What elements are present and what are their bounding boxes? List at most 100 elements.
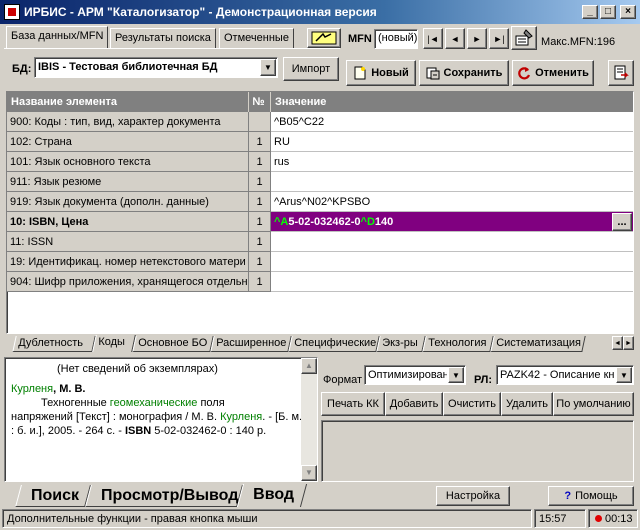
clear-button[interactable]: Очистить: [443, 392, 501, 416]
default-button[interactable]: По умолчанию: [553, 392, 634, 416]
format-select[interactable]: Оптимизирован ▼: [364, 365, 466, 385]
cancel-label: Отменить: [535, 67, 589, 79]
help-button[interactable]: ? Помощь: [548, 486, 634, 506]
field-value[interactable]: rus: [271, 152, 633, 172]
last-record-button[interactable]: ►|: [489, 28, 509, 49]
chevron-down-icon[interactable]: ▼: [260, 59, 276, 76]
database-select[interactable]: IBIS - Тестовая библиотечная БД ▼: [34, 57, 278, 78]
mode-tab-input[interactable]: Ввод: [236, 484, 308, 507]
field-name: 919: Язык документа (дополн. данные): [7, 192, 249, 212]
chevron-down-icon[interactable]: ▼: [616, 367, 632, 383]
worksheet-select[interactable]: PAZK42 - Описание кни ▼: [496, 365, 634, 385]
prev-record-button[interactable]: ◄: [445, 28, 465, 49]
field-value[interactable]: [271, 272, 633, 292]
field-name: 911: Язык резюме: [7, 172, 249, 192]
table-row-selected[interactable]: 10: ISBN, Цена 1 ^A5-02-032462-0^D140 ..…: [7, 212, 633, 232]
table-row[interactable]: 919: Язык документа (дополн. данные) 1 ^…: [7, 192, 633, 212]
subtab-technology[interactable]: Технология: [422, 336, 494, 352]
field-num: 1: [249, 232, 271, 252]
subtab-duplicates[interactable]: Дублетность: [12, 336, 96, 352]
title-bar: ИРБИС - АРМ "Каталогизатор" - Демонстрац…: [0, 0, 640, 24]
subtab-specific[interactable]: Специфические: [288, 336, 380, 352]
subtab-systematization[interactable]: Систематизация: [490, 336, 586, 352]
first-record-button[interactable]: |◄: [423, 28, 443, 49]
add-button[interactable]: Добавить: [385, 392, 443, 416]
worksheet-tabs: Дублетность Коды Основное БО Расширенное…: [6, 335, 634, 353]
subtab-extended[interactable]: Расширенное: [210, 336, 292, 352]
new-record-button[interactable]: Новый: [346, 60, 416, 86]
cancel-button[interactable]: Отменить: [512, 60, 594, 86]
field-name: 19: Идентификац. номер нетекстового мате…: [7, 252, 249, 272]
help-icon: ?: [564, 490, 572, 502]
table-row[interactable]: 11: ISSN 1: [7, 232, 633, 252]
subtab-copies[interactable]: Экз-ры: [376, 336, 426, 352]
subtab-basic-bo[interactable]: Основное БО: [132, 336, 214, 352]
mode-tab-search[interactable]: Поиск: [15, 485, 91, 507]
tab-marked[interactable]: Отмеченные: [219, 28, 294, 48]
mode-tab-view-output[interactable]: Просмотр/Вывод: [85, 485, 243, 507]
settings-button[interactable]: Настройка: [436, 486, 510, 506]
column-header-num[interactable]: №: [249, 92, 271, 112]
export-button[interactable]: [608, 60, 634, 86]
preview-text: поля: [197, 397, 225, 409]
tab-database-mfn[interactable]: База данных/MFN: [6, 26, 109, 48]
max-mfn-label: Макс.MFN:196: [541, 36, 616, 48]
import-button[interactable]: Импорт: [283, 57, 339, 81]
scroll-up-button[interactable]: ▲: [301, 358, 317, 374]
chevron-down-icon[interactable]: ▼: [448, 367, 464, 383]
database-select-value: IBIS - Тестовая библиотечная БД: [38, 61, 218, 73]
table-row[interactable]: 911: Язык резюме 1: [7, 172, 633, 192]
close-button[interactable]: ×: [620, 5, 636, 19]
field-value-editor[interactable]: ^A5-02-032462-0^D140 ...: [271, 212, 633, 232]
column-header-name[interactable]: Название элемента: [7, 92, 249, 112]
format-select-value: Оптимизирован: [368, 369, 447, 381]
table-row[interactable]: 904: Шифр приложения, хранящегося отдель…: [7, 272, 633, 292]
status-timer: 00:13: [588, 509, 638, 528]
field-value[interactable]: RU: [271, 132, 633, 152]
field-value[interactable]: ^B05^C22: [271, 112, 633, 132]
new-document-icon: [354, 66, 366, 80]
save-button[interactable]: Сохранить: [419, 60, 509, 86]
column-header-value[interactable]: Значение: [271, 92, 633, 112]
subfield-value: 140: [374, 216, 394, 228]
record-indicator-icon: [595, 515, 602, 522]
maximize-button[interactable]: □: [600, 5, 616, 19]
tabs-scroll-left-button[interactable]: ◄: [612, 336, 623, 350]
table-row[interactable]: 101: Язык основного текста 1 rus: [7, 152, 633, 172]
delete-button[interactable]: Удалить: [501, 392, 553, 416]
mfn-input[interactable]: (новый): [374, 29, 418, 49]
scan-button[interactable]: [307, 28, 341, 48]
field-value[interactable]: ^Arus^N02^KPSBO: [271, 192, 633, 212]
window-title: ИРБИС - АРМ "Каталогизатор" - Демонстрац…: [24, 5, 377, 19]
subfield-value: 5-02-032462-0: [288, 216, 361, 228]
table-row[interactable]: 19: Идентификац. номер нетекстового мате…: [7, 252, 633, 272]
next-record-button[interactable]: ►: [467, 28, 487, 49]
field-num: 1: [249, 132, 271, 152]
save-label: Сохранить: [443, 67, 503, 79]
field-value[interactable]: [271, 232, 633, 252]
field-value[interactable]: [271, 172, 633, 192]
tools-button[interactable]: [511, 26, 537, 50]
author-surname[interactable]: Курленя: [11, 383, 53, 395]
new-record-label: Новый: [371, 67, 409, 79]
ellipsis-button[interactable]: ...: [612, 213, 632, 231]
field-value[interactable]: [271, 252, 633, 272]
fields-grid: Название элемента № Значение 900: Коды :…: [6, 91, 634, 334]
subtab-codes[interactable]: Коды: [92, 335, 136, 352]
subfield-marker: ^D: [360, 216, 375, 228]
table-row[interactable]: 102: Страна 1 RU: [7, 132, 633, 152]
tab-search-results[interactable]: Результаты поиска: [110, 28, 216, 48]
save-icon: [426, 67, 440, 80]
preview-term[interactable]: геомеханические: [110, 397, 198, 409]
preview-author[interactable]: Курленя: [220, 411, 262, 423]
tabs-scroll-right-button[interactable]: ►: [623, 336, 634, 350]
print-kk-button[interactable]: Печать КК: [321, 392, 385, 416]
scanner-icon: [311, 31, 337, 45]
scroll-down-button[interactable]: ▼: [301, 465, 317, 481]
preview-scrollbar[interactable]: ▲ ▼: [301, 358, 317, 481]
minimize-button[interactable]: _: [582, 5, 598, 19]
preview-text: . - [Б. м.: [262, 411, 303, 423]
table-row[interactable]: 900: Коды : тип, вид, характер документа…: [7, 112, 633, 132]
field-num: 1: [249, 252, 271, 272]
field-name: 102: Страна: [7, 132, 249, 152]
